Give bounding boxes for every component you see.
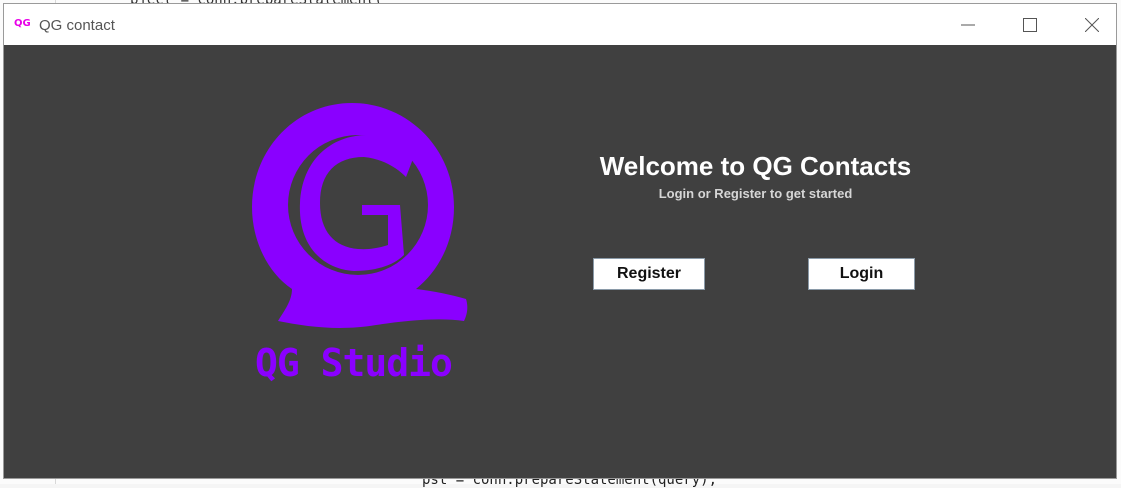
svg-text:QG: QG — [14, 18, 31, 28]
qg-app-icon: QG — [14, 18, 31, 28]
window-title: QG contact — [39, 17, 115, 34]
app-window: QG QG contact QG Studio Welcome to QG Co… — [3, 3, 1117, 479]
logo-caption-art: QG Studio — [255, 341, 452, 385]
welcome-title: Welcome to QG Contacts — [599, 151, 912, 181]
maximize-button[interactable] — [1000, 4, 1060, 45]
minimize-button[interactable] — [938, 4, 998, 45]
title-bar[interactable]: QG QG contact — [4, 4, 1116, 45]
login-button[interactable]: Login — [808, 258, 915, 290]
qg-studio-logo: QG Studio — [252, 103, 468, 385]
maximize-icon — [1023, 17, 1037, 32]
minimize-icon — [961, 24, 975, 25]
register-button[interactable]: Register — [593, 258, 705, 290]
main-panel: QG Studio Welcome to QG Contacts Login o… — [4, 45, 1116, 478]
close-icon — [1085, 17, 1099, 32]
close-button[interactable] — [1062, 4, 1121, 45]
welcome-subtitle: Login or Register to get started — [658, 186, 853, 201]
